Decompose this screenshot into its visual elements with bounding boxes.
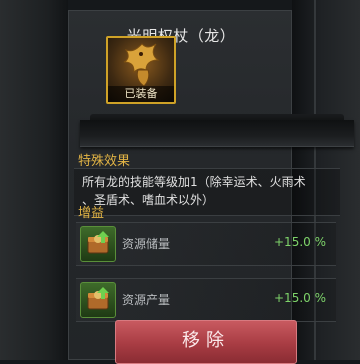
item-title: 光明权杖（龙） <box>126 27 236 45</box>
background-left <box>0 0 68 360</box>
remove-button[interactable]: 移除 <box>115 320 297 364</box>
resource-production-glyph <box>87 287 109 310</box>
gain-heading: 增益 <box>78 206 105 221</box>
item-tray <box>80 114 354 147</box>
dragon-icon <box>123 43 160 87</box>
buff-name: 资源产量 <box>122 293 171 307</box>
resource-storage-glyph <box>87 231 109 254</box>
resource-storage-icon <box>80 226 116 262</box>
buff-value: +15.0 % <box>274 235 326 249</box>
tray-body <box>80 120 354 147</box>
buff-row-production: 资源产量 +15.0 % <box>76 278 336 322</box>
special-effect-line-1: 所有龙的技能等级加1（除幸运术、火雨术 <box>82 175 306 189</box>
buff-name: 资源储量 <box>122 237 171 251</box>
special-effect-line-2: 、圣盾术、嗜血术以外） <box>82 193 215 207</box>
buff-row-storage: 资源储量 +15.0 % <box>76 222 336 266</box>
resource-production-icon <box>80 282 116 318</box>
special-effect-box: 所有龙的技能等级加1（除幸运术、火雨术 、圣盾术、嗜血术以外） <box>74 168 340 216</box>
equipped-badge: 已装备 <box>108 86 174 102</box>
buff-value: +15.0 % <box>274 291 326 305</box>
special-effect-heading: 特殊效果 <box>78 154 131 169</box>
item-icon-frame[interactable]: 已装备 <box>106 36 176 104</box>
special-effect-text: 所有龙的技能等级加1（除幸运术、火雨术 、圣盾术、嗜血术以外） <box>82 173 334 209</box>
